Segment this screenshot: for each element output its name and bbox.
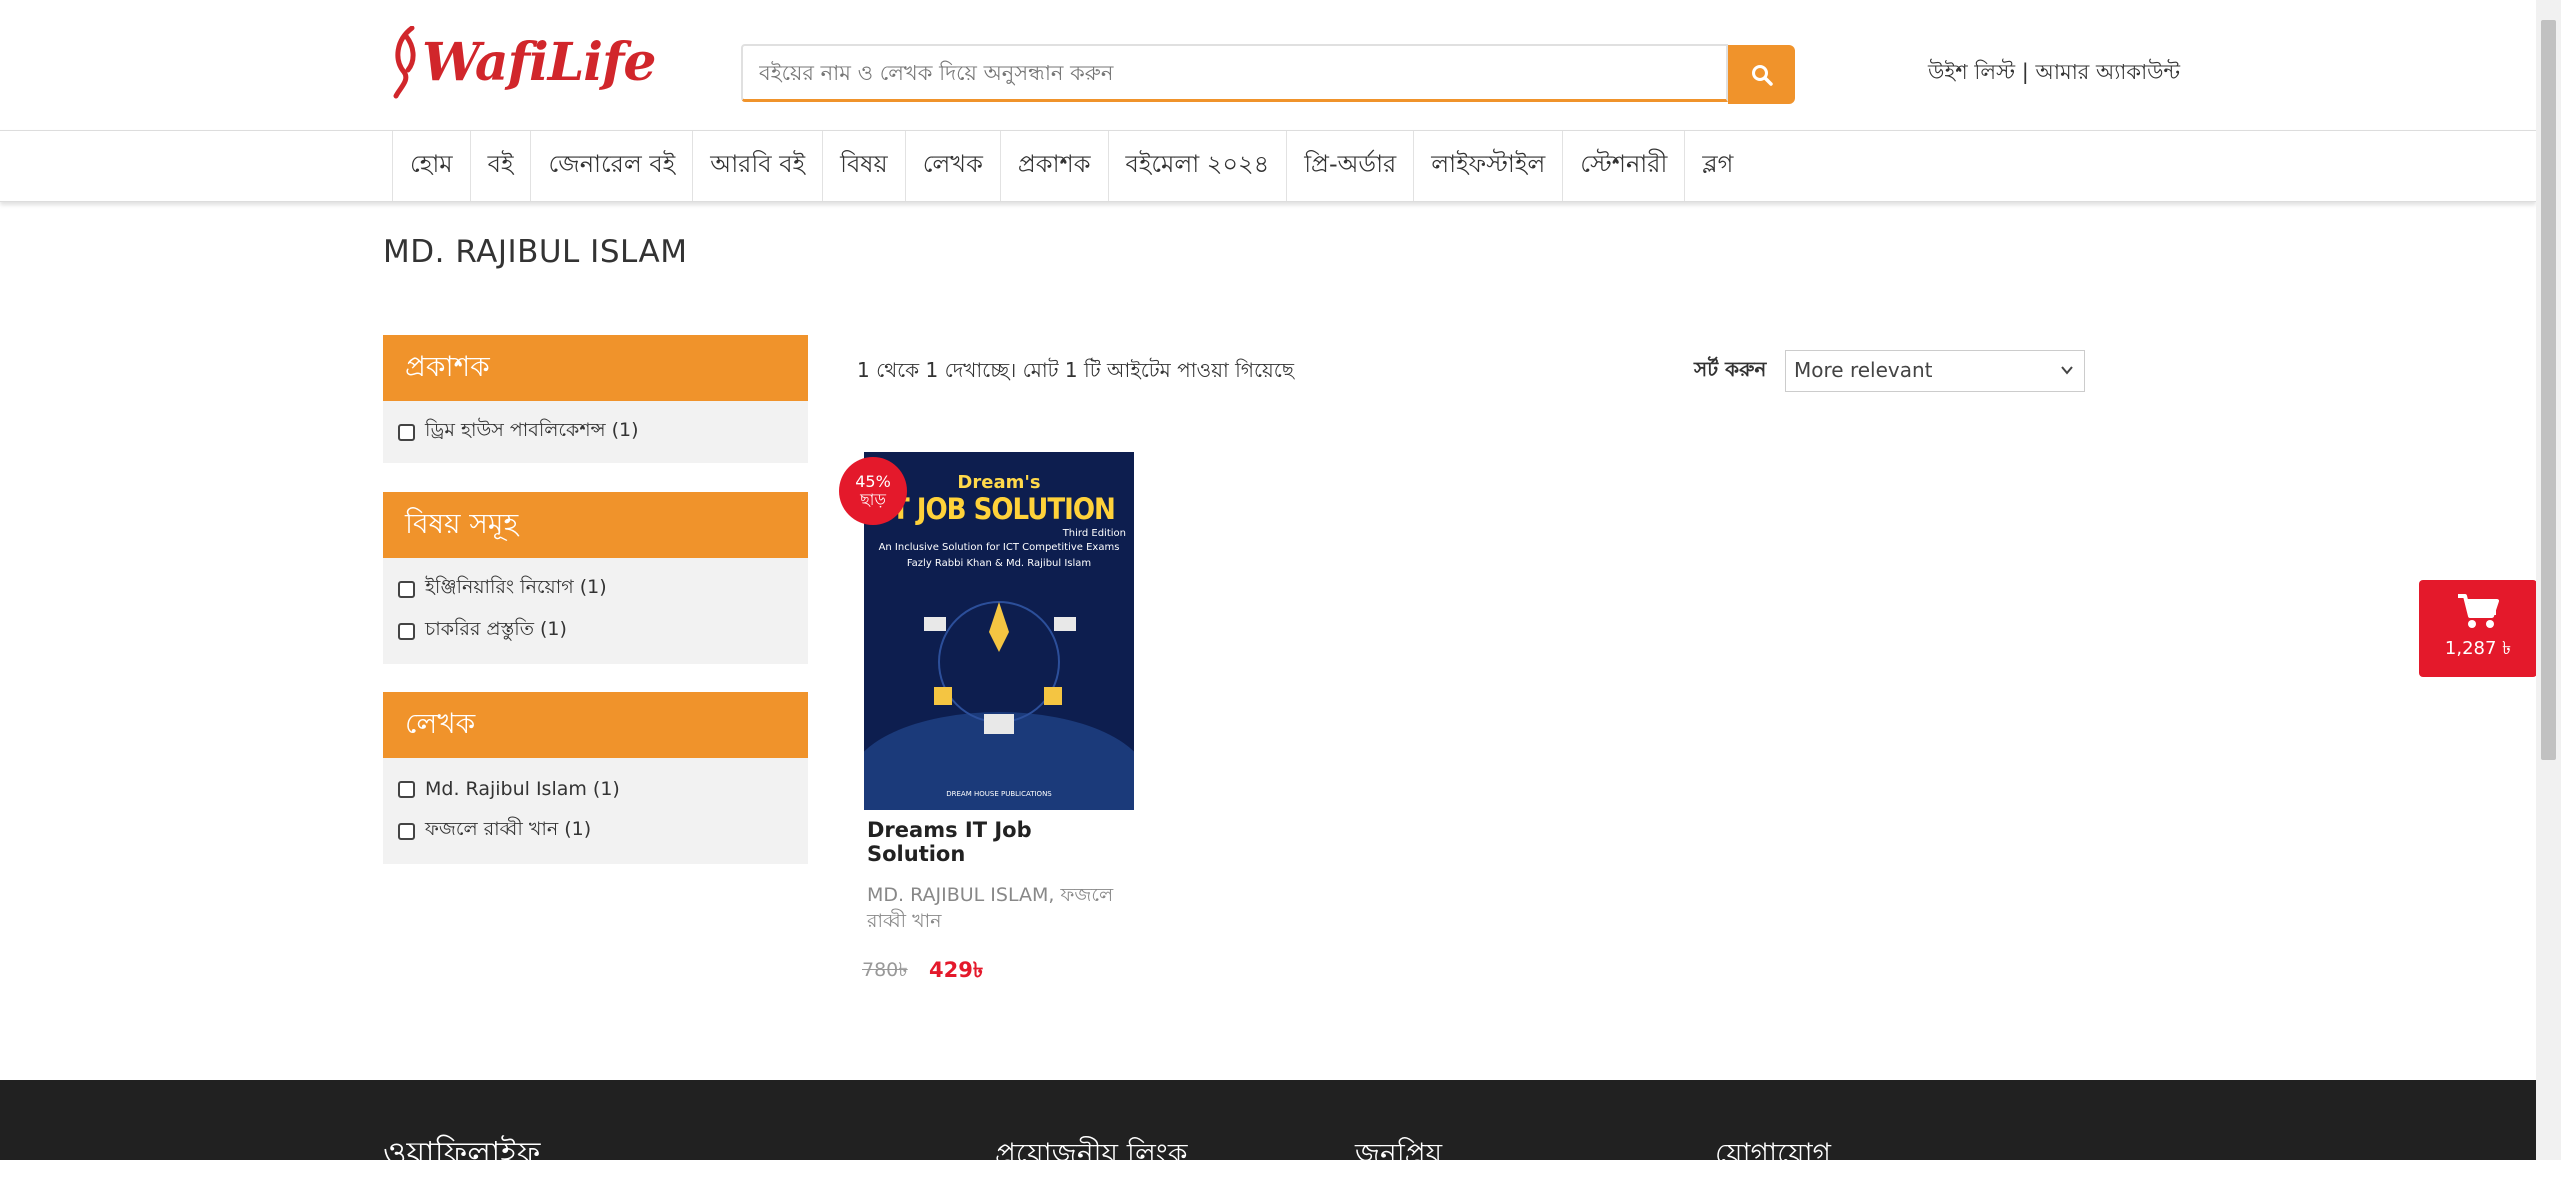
nav-item-general-books[interactable]: জেনারেল বই [530,131,692,201]
nav-item-publishers[interactable]: প্রকাশক [999,131,1108,201]
checkbox[interactable] [398,822,415,840]
site-header: WafiLife উইশ লিস্ট | আমার অ্যাকাউন্ট [0,0,2536,130]
filter-option-label: ইঞ্জিনিয়ারিং নিয়োগ (1) [425,576,607,598]
cart-total: 1,287 ৳ [2444,638,2512,659]
search-input[interactable] [741,44,1728,102]
nav-item-book-fair[interactable]: বইমেলা ২০২৪ [1107,131,1287,201]
logo-swirl-icon [393,26,416,99]
publisher-filter-heading: প্রকাশক [383,335,808,401]
footer-heading-contact: যোগাযোগ [1715,1137,1831,1170]
chevron-down-icon [2061,366,2073,375]
result-count: 1 থেকে 1 দেখাচ্ছে। মোট 1 টি আইটেম পাওয়া… [857,358,1294,382]
filter-option-label: Md. Rajibul Islam (1) [425,778,620,800]
filter-option-label: ফজলে রাব্বী খান (1) [425,818,592,840]
nav-item-subjects[interactable]: বিষয় [822,131,905,201]
filter-option-label: ড্রিম হাউস পাবলিকেশন্স (1) [425,419,639,441]
main-nav: হোম বই জেনারেল বই আরবি বই বিষয় লেখক প্র… [0,130,2536,202]
nav-item-stationery[interactable]: স্টেশনারী [1562,131,1684,201]
sort-selected-value: More relevant [1794,358,1933,382]
nav-item-pre-order[interactable]: প্রি-অর্ডার [1286,131,1413,201]
checkbox[interactable] [398,423,415,441]
filter-option[interactable]: চাকরির প্রস্তুতি (1) [383,610,808,652]
discount-percent: 45% [855,472,891,491]
cover-publisher-text: DREAM HOUSE PUBLICATIONS [946,790,1052,798]
book-cover-image[interactable]: Dream's IT JOB SOLUTION Third Edition An… [864,452,1134,810]
product-title[interactable]: Dreams IT Job Solution [867,818,1137,866]
top-links-separator: | [2015,60,2036,84]
nav-item-lifestyle[interactable]: লাইফস্টাইল [1413,131,1562,201]
product-author[interactable]: MD. RAJIBUL ISLAM, ফজলে রাব্বী খান [867,882,1137,934]
authors-filter-heading: লেখক [383,692,808,758]
subjects-filter-heading: বিষয় সমূহ [383,492,808,558]
discount-label: ছাড় [860,490,886,509]
nav-item-blog[interactable]: ব্লগ [1684,131,1750,201]
footer-heading-links: প্রয়োজনীয় লিংক [995,1137,1188,1170]
checkbox[interactable] [398,580,415,598]
page-title: MD. RAJIBUL ISLAM [383,234,688,270]
filter-option[interactable]: ফজলে রাব্বী খান (1) [383,810,808,852]
logo-text: WafiLife [422,32,656,93]
filter-option-label: চাকরির প্রস্তুতি (1) [425,618,567,640]
sort-select[interactable]: More relevant [1785,350,2085,392]
cart-icon [2458,594,2499,628]
cover-edition-text: Third Edition [1062,528,1126,539]
page-scrollbar[interactable] [2536,0,2561,1160]
top-links: উইশ লিস্ট | আমার অ্যাকাউন্ট [1928,56,2180,91]
wishlist-link[interactable]: উইশ লিস্ট [1928,60,2015,84]
filter-option[interactable]: ইঞ্জিনিয়ারিং নিয়োগ (1) [383,568,808,610]
authors-filter: লেখক Md. Rajibul Islam (1) ফজলে রাব্বী খ… [383,692,808,864]
footer-logo: ওয়াফিলাইফ [383,1134,541,1172]
cover-subtitle-text: An Inclusive Solution for ICT Competitiv… [878,542,1120,553]
account-link[interactable]: আমার অ্যাকাউন্ট [2036,60,2181,84]
footer-heading-popular: জনপ্রিয় [1355,1137,1443,1170]
subjects-filter: বিষয় সমূহ ইঞ্জিনিয়ারিং নিয়োগ (1) চাকর… [383,492,808,664]
sort-label: সর্ট করুন [1694,357,1767,381]
checkbox[interactable] [398,780,415,798]
checkbox[interactable] [398,622,415,640]
nav-item-home[interactable]: হোম [392,131,470,201]
site-footer: ওয়াফিলাইফ প্রয়োজনীয় লিংক জনপ্রিয় যোগ… [0,1080,2536,1172]
old-price: 780৳ [862,959,908,981]
scrollbar-thumb[interactable] [2541,20,2556,760]
cover-authors-text: Fazly Rabbi Khan & Md. Rajibul Islam [906,558,1092,569]
discount-badge: 45% ছাড় [839,457,907,525]
filter-option[interactable]: Md. Rajibul Islam (1) [383,768,808,810]
search-button[interactable] [1728,45,1795,104]
floating-cart-button[interactable]: 1,287 ৳ [2419,580,2537,677]
filter-option[interactable]: ড্রিম হাউস পাবলিকেশন্স (1) [383,411,808,453]
publisher-filter: প্রকাশক ড্রিম হাউস পাবলিকেশন্স (1) [383,335,808,463]
nav-item-authors[interactable]: লেখক [904,131,1000,201]
nav-item-arabic-books[interactable]: আরবি বই [692,131,822,201]
search-icon [1751,64,1773,86]
nav-item-books[interactable]: বই [469,131,531,201]
sale-price: 429৳ [929,958,984,982]
wafilife-logo[interactable]: WafiLife [392,22,656,108]
